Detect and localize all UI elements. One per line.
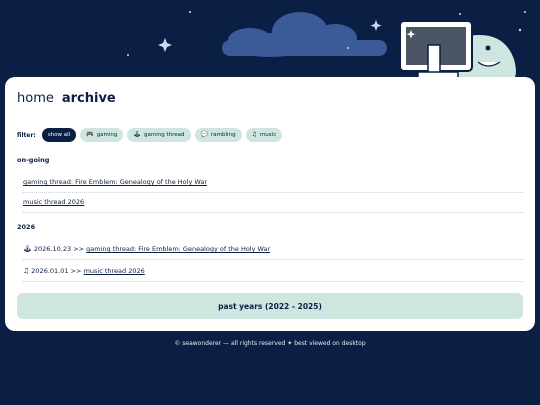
gamepad-icon: 🎮 [86,131,94,138]
filter-chip-rambling[interactable]: 💬 rambling [194,128,242,142]
chip-label: gaming thread [144,132,185,138]
speech-bubble-icon: 💬 [200,131,209,138]
filter-chip-music[interactable]: ♫ music [245,128,283,142]
list-item: music thread 2026 [23,192,523,213]
entry-date: 2026.10.23 [33,245,72,253]
chip-label: rambling [211,132,236,138]
section-heading-ongoing: on-going [17,156,50,164]
archive-card: home archive filter: show all 🎮 gaming 🕹… [5,77,535,331]
music-note-icon: ♫ [23,267,30,275]
filter-label: filter: [17,131,36,139]
entry-date: 2026.01.01 [31,267,69,275]
footer-text: © seawonderer — all rights reserved ✦ be… [174,340,366,347]
cloud-icon [222,12,387,57]
post-link[interactable]: gaming thread: Fire Emblem: Genealogy of… [23,178,207,186]
nav-home-link[interactable]: home [17,91,54,106]
filter-bar: filter: show all 🎮 gaming 🕹 gaming threa… [17,128,283,142]
filter-chip-show-all[interactable]: show all [41,128,77,142]
computer-mascot-icon [399,20,518,83]
post-link[interactable]: music thread 2026 [23,198,84,206]
list-item: gaming thread: Fire Emblem: Genealogy of… [23,172,523,193]
post-link[interactable]: music thread 2026 [84,267,145,275]
post-link[interactable]: gaming thread: Fire Emblem: Genealogy of… [86,245,270,253]
past-years-button[interactable]: past years (2022 - 2025) [17,293,523,319]
chip-label: gaming [96,132,118,138]
joystick-icon: 🕹 [133,131,142,138]
filter-chip-gaming-thread[interactable]: 🕹 gaming thread [127,128,191,142]
section-heading-2026: 2026 [17,223,36,231]
chip-label: music [259,132,277,138]
music-note-icon: ♫ [251,131,257,138]
nav-archive-link[interactable]: archive [62,91,116,106]
list-item: 🕹 2026.10.23 >> gaming thread: Fire Embl… [23,239,523,260]
filter-chip-gaming[interactable]: 🎮 gaming [80,128,124,142]
list-item: ♫ 2026.01.01 >> music thread 2026 [23,261,523,282]
chip-label: show all [47,132,71,138]
top-nav: home archive [17,91,116,106]
joystick-icon: 🕹 [23,245,32,253]
entry-separator: >> [70,267,82,275]
entry-separator: >> [73,245,85,253]
